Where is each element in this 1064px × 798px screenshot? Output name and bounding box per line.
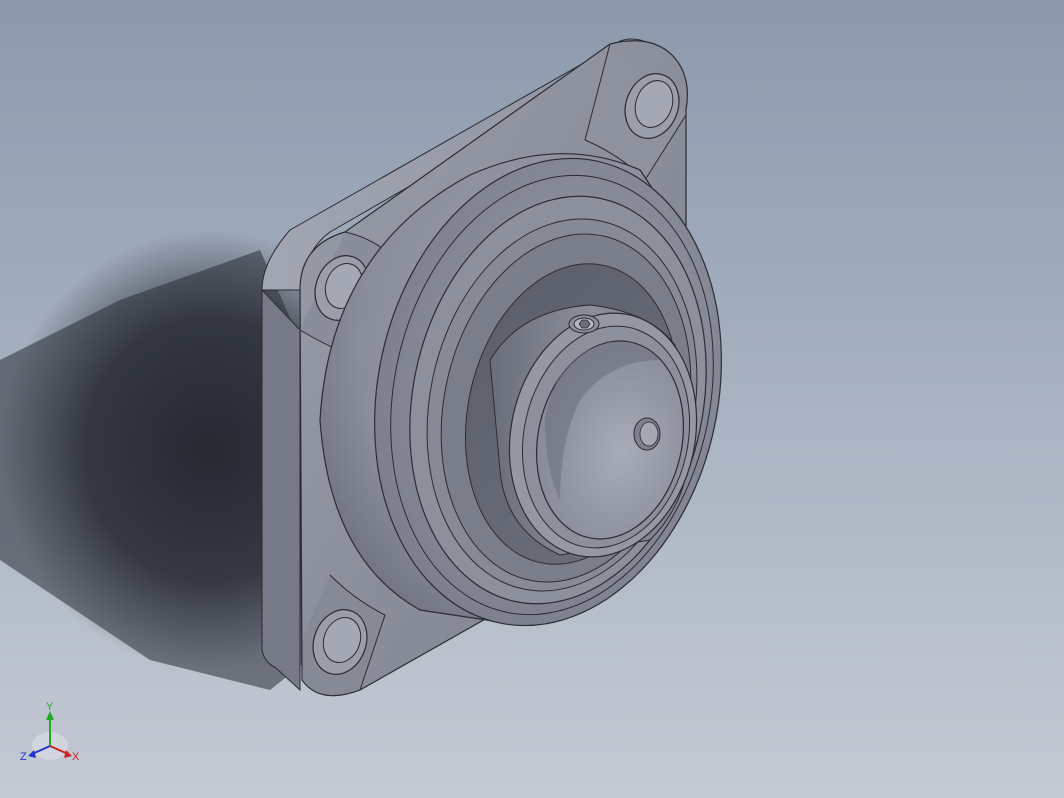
x-axis-label: X	[72, 751, 80, 763]
y-axis-label: Y	[46, 701, 54, 713]
set-screw[interactable]	[568, 314, 600, 334]
model-view[interactable]	[0, 0, 1064, 798]
z-axis-label: Z	[20, 751, 27, 763]
bore-set-screw-hole[interactable]	[633, 417, 661, 451]
graphics-viewport[interactable]: Y X Z	[0, 0, 1064, 798]
coordinate-triad[interactable]: Y X Z	[14, 700, 94, 780]
flange-side-face[interactable]	[261, 288, 301, 692]
